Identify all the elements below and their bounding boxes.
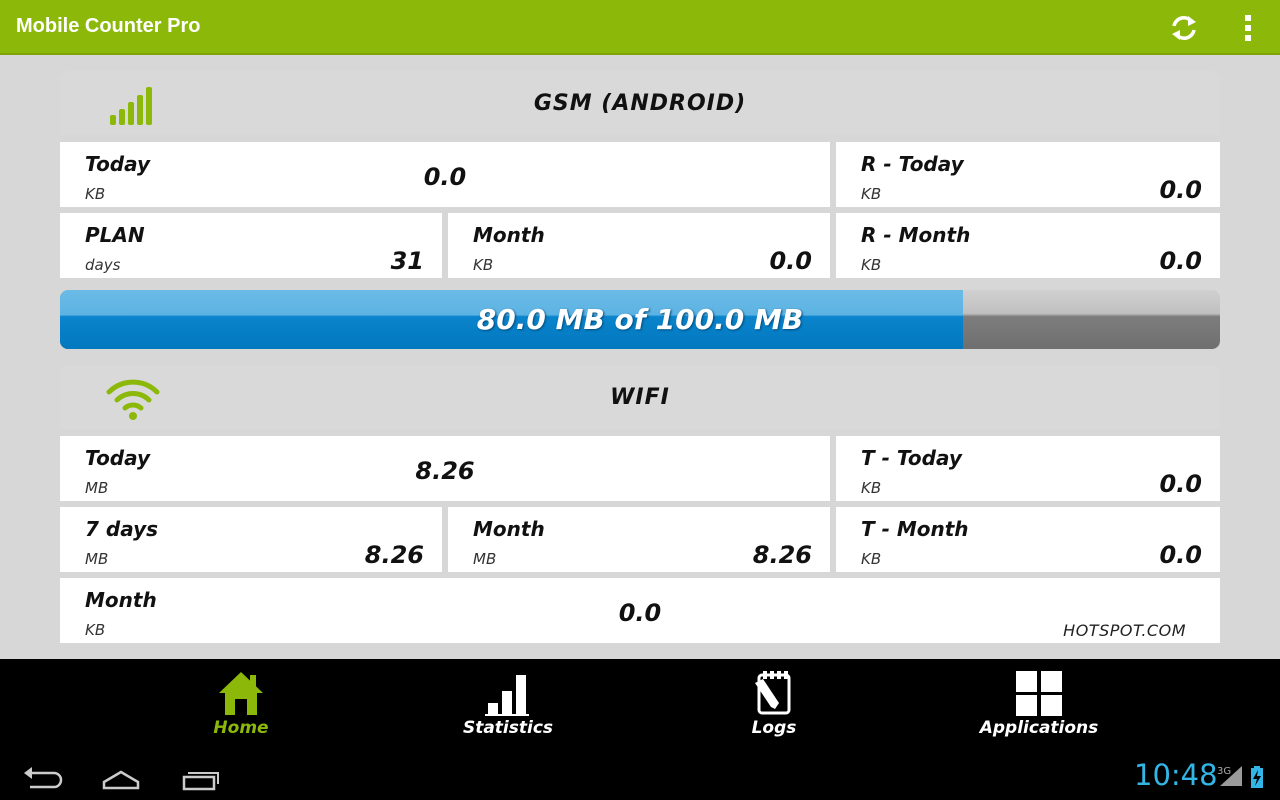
tab-applications[interactable]: Applications	[959, 659, 1119, 752]
back-icon	[24, 767, 63, 789]
wifi-today-cell: Today MB 8.26	[60, 436, 830, 501]
wifi-t-today-unit: KB	[861, 479, 882, 497]
clock[interactable]: 10:48	[1134, 758, 1218, 792]
gsm-r-month-label: R - Month	[861, 223, 971, 247]
gsm-today-value: 0.0	[423, 163, 467, 191]
wifi-month-cell: Month MB 8.26	[448, 507, 830, 572]
home-nav-icon	[102, 770, 140, 790]
gsm-r-today-value: 0.0	[1159, 176, 1202, 204]
battery-charging-icon	[1251, 766, 1263, 788]
wifi-t-month-value: 0.0	[1159, 541, 1202, 569]
gsm-plan-cell[interactable]: PLAN days 31	[60, 213, 442, 278]
gsm-r-month-value: 0.0	[1159, 247, 1202, 275]
logs-icon	[755, 671, 791, 715]
refresh-button[interactable]	[1166, 10, 1202, 46]
refresh-icon	[1172, 16, 1196, 40]
wifi-today-value: 8.26	[415, 457, 475, 485]
overflow-menu-icon	[1245, 15, 1251, 41]
gsm-r-today-cell: R - Today KB 0.0	[836, 142, 1220, 207]
hotspot-month-value: 0.0	[618, 599, 662, 627]
wifi-t-today-cell: T - Today KB 0.0	[836, 436, 1220, 501]
wifi-7days-label: 7 days	[85, 517, 159, 541]
hotspot-link[interactable]: HOTSPOT.COM	[1063, 621, 1186, 640]
hotspot-month-cell: Month KB 0.0 HOTSPOT.COM	[60, 578, 1220, 643]
tab-statistics[interactable]: Statistics	[428, 659, 588, 752]
wifi-7days-value: 8.26	[364, 541, 424, 569]
gsm-plan-label: PLAN	[85, 223, 145, 247]
action-bar: Mobile Counter Pro	[0, 0, 1280, 55]
bar-chart-icon	[485, 675, 529, 716]
gsm-month-unit: KB	[473, 256, 494, 274]
wifi-month-value: 8.26	[752, 541, 812, 569]
cell-signal-icon	[1220, 766, 1242, 786]
overflow-menu-button[interactable]	[1236, 10, 1260, 46]
gsm-r-today-unit: KB	[861, 185, 882, 203]
recents-icon	[182, 772, 219, 791]
gsm-plan-value: 31	[390, 247, 424, 275]
wifi-7days-unit: MB	[85, 550, 109, 568]
wifi-header: WIFI	[60, 365, 1220, 429]
usage-progress-text: 80.0 MB of 100.0 MB	[476, 303, 804, 336]
tab-logs-label: Logs	[751, 718, 797, 738]
gsm-month-label: Month	[473, 223, 545, 247]
wifi-7days-cell: 7 days MB 8.26	[60, 507, 442, 572]
wifi-month-unit: MB	[473, 550, 497, 568]
gsm-header: GSM (ANDROID)	[60, 71, 1220, 135]
home-icon	[219, 672, 263, 715]
gsm-month-cell: Month KB 0.0	[448, 213, 830, 278]
gsm-r-month-unit: KB	[861, 256, 882, 274]
tab-home[interactable]: Home	[161, 659, 321, 752]
home-nav-button[interactable]	[96, 760, 146, 794]
gsm-month-value: 0.0	[769, 247, 812, 275]
wifi-t-today-value: 0.0	[1159, 470, 1202, 498]
tab-home-label: Home	[213, 718, 269, 738]
usage-progress-bar: 80.0 MB of 100.0 MB	[60, 290, 1220, 349]
wifi-t-month-unit: KB	[861, 550, 882, 568]
applications-grid-icon	[1016, 671, 1062, 716]
recents-button[interactable]	[176, 760, 226, 794]
system-bar: 10:48 3G	[0, 752, 1280, 800]
wifi-t-month-cell: T - Month KB 0.0	[836, 507, 1220, 572]
gsm-r-today-label: R - Today	[861, 152, 964, 176]
wifi-title: WIFI	[610, 385, 670, 410]
gsm-plan-unit: days	[85, 256, 121, 274]
back-button[interactable]	[16, 760, 66, 794]
bottom-tab-bar: Home Statistics Logs Applications	[0, 659, 1280, 752]
wifi-month-label: Month	[473, 517, 545, 541]
wifi-t-month-label: T - Month	[861, 517, 969, 541]
tab-logs[interactable]: Logs	[694, 659, 854, 752]
tab-statistics-label: Statistics	[462, 718, 554, 738]
gsm-r-month-cell: R - Month KB 0.0	[836, 213, 1220, 278]
app-title: Mobile Counter Pro	[16, 15, 201, 37]
gsm-title: GSM (ANDROID)	[533, 91, 747, 116]
gsm-today-cell: Today KB 0.0	[60, 142, 830, 207]
wifi-t-today-label: T - Today	[861, 446, 962, 470]
tab-applications-label: Applications	[979, 718, 1099, 738]
